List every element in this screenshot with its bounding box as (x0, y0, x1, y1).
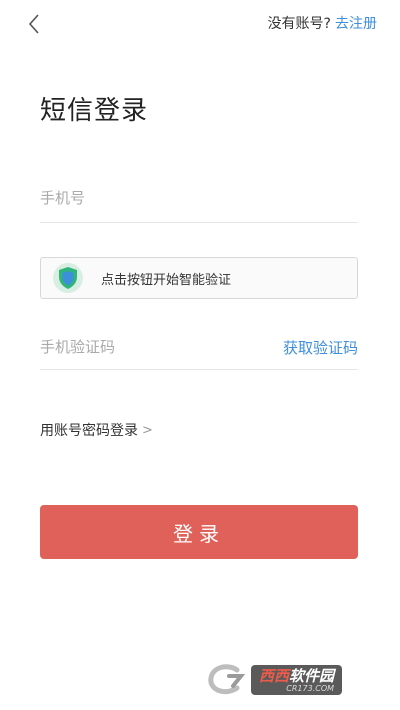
watermark-mark-icon (205, 663, 249, 697)
no-account-text: 没有账号? (267, 16, 331, 32)
watermark-url: CR173.COM (286, 683, 335, 693)
password-login-label: 用账号密码登录 (40, 423, 138, 439)
watermark-text-box: 西西软件园 CR173.COM (251, 665, 343, 695)
watermark-logo: 西西软件园 CR173.COM (205, 662, 379, 698)
chevron-left-icon (28, 14, 39, 34)
register-link[interactable]: 去注册 (335, 13, 377, 33)
watermark-brand-white: 软件园 (289, 666, 335, 685)
page-title: 短信登录 (40, 96, 149, 126)
watermark-brand-red: 西西 (259, 666, 290, 685)
shield-icon-badge (53, 263, 83, 293)
sms-code-input[interactable] (40, 334, 283, 360)
smart-verify-button[interactable]: 点击按钮开始智能验证 (40, 257, 358, 299)
back-button[interactable] (22, 10, 46, 38)
register-prompt: 没有账号? 去注册 (268, 13, 377, 33)
smart-verify-label: 点击按钮开始智能验证 (101, 272, 232, 288)
watermark-brand: 西西软件园 (259, 668, 334, 684)
password-login-link[interactable]: 用账号密码登录 > (40, 420, 153, 440)
phone-field (40, 184, 358, 223)
phone-input[interactable] (40, 184, 358, 212)
shield-icon (59, 267, 77, 289)
login-button[interactable]: 登录 (40, 505, 358, 559)
sms-code-field: 获取验证码 (40, 333, 358, 370)
get-code-button[interactable]: 获取验证码 (283, 337, 358, 358)
chevron-right-icon: > (142, 422, 153, 438)
